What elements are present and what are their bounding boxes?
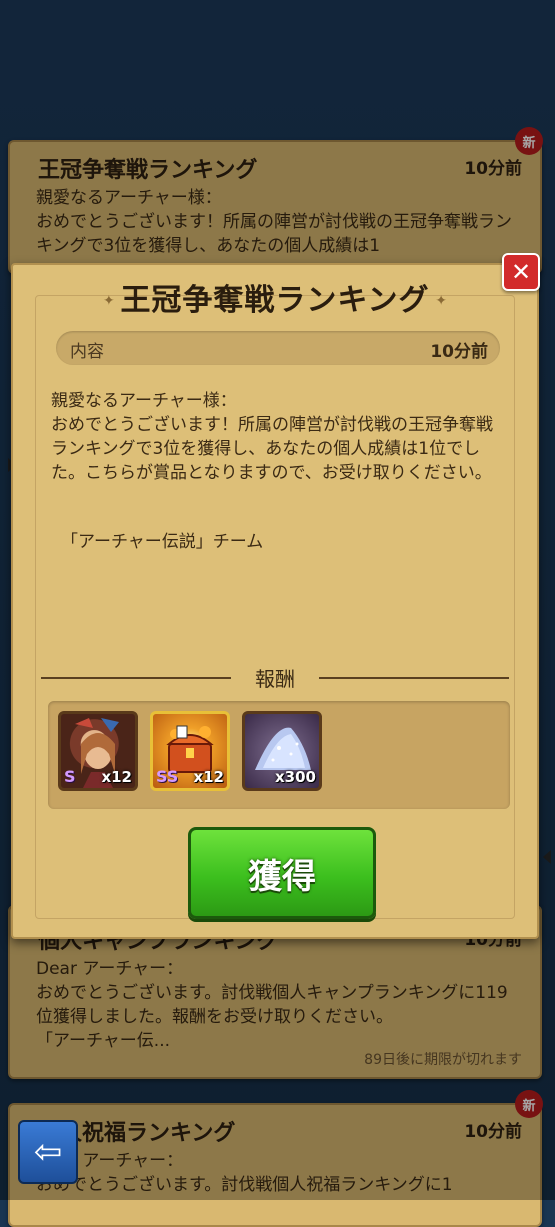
- reward-header: 報酬: [41, 663, 509, 691]
- back-arrow-icon: ⇦: [33, 1132, 63, 1172]
- reward-list: S x12 SS x12 x300: [48, 701, 510, 809]
- close-button[interactable]: ✕: [502, 253, 540, 291]
- content-label: 内容: [70, 342, 104, 362]
- content-header-bar: 内容 10分前: [56, 331, 500, 365]
- back-button[interactable]: ⇦: [18, 1120, 78, 1184]
- reward-quantity: x12: [193, 768, 224, 786]
- message-text: 親愛なるアーチャー様： おめでとうございます！所属の陣営が討伐戦の王冠争奪戦ラン…: [51, 391, 493, 483]
- reward-item-hero-shard[interactable]: S x12: [58, 711, 138, 791]
- close-icon: ✕: [510, 258, 532, 286]
- right-scroll-arrow-icon: [543, 850, 551, 864]
- reward-item-gem-dust[interactable]: x300: [242, 711, 322, 791]
- reward-quantity: x300: [275, 768, 316, 786]
- dialog-title: 王冠争奪戦ランキング: [120, 283, 430, 318]
- rank-label: S: [64, 767, 76, 786]
- content-time: 10分前: [430, 342, 488, 362]
- reward-item-ss-chest[interactable]: SS x12: [150, 711, 230, 791]
- signature: 「アーチャー伝説」チーム: [61, 532, 264, 552]
- obtain-button[interactable]: 獲得: [188, 827, 376, 919]
- divider: [319, 677, 509, 679]
- reward-quantity: x12: [101, 768, 132, 786]
- mail-detail-dialog: ✦ ✦ 王冠争奪戦ランキング ✕ 内容 10分前 親愛なるアーチャー様： おめで…: [11, 253, 540, 939]
- rank-label: SS: [156, 767, 179, 786]
